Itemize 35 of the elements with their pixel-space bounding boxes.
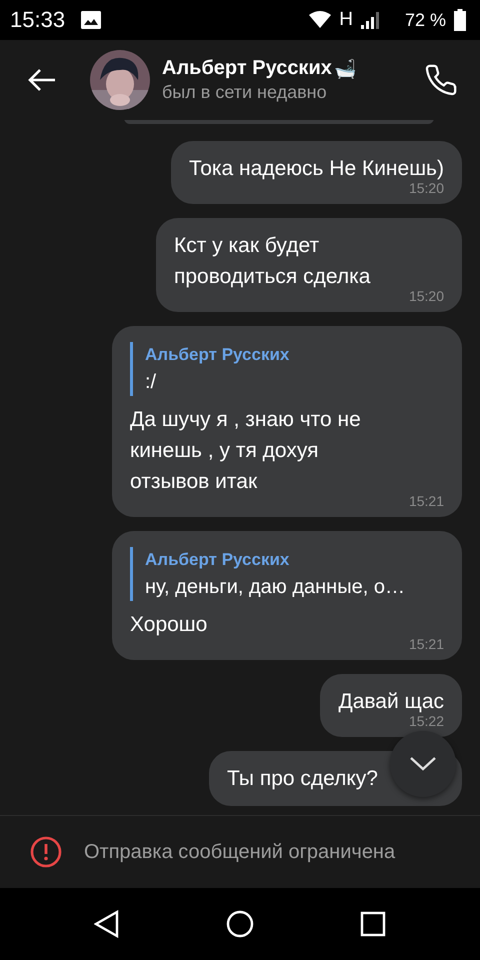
- reply-quote[interactable]: Альберт Русских :/: [130, 342, 444, 396]
- battery-level: 72 %: [404, 10, 446, 30]
- reply-text: ну, деньги, даю данные, о…: [145, 575, 406, 600]
- chevron-down-icon: [409, 756, 437, 772]
- message-time: 15:21: [408, 493, 444, 509]
- message-text: Ты про сделку?: [227, 766, 378, 792]
- phone-icon: [424, 63, 458, 97]
- circle-home-icon: [226, 910, 254, 938]
- contact-name: Альберт Русских: [162, 57, 332, 80]
- message-time: 15:21: [408, 636, 444, 652]
- message-text: Давай щас: [338, 689, 444, 715]
- back-arrow-icon: [27, 68, 57, 92]
- restriction-notice: Отправка сообщений ограничена: [84, 840, 396, 864]
- status-time: 15:33: [10, 7, 66, 33]
- message-time: 15:22: [408, 713, 444, 729]
- reply-text: :/: [145, 370, 158, 395]
- message-text: Кст у как будет проводиться сделка: [174, 233, 372, 290]
- message-text: Да шучу я , знаю что не кинешь , у тя дохуя отзывов итак: [130, 407, 362, 495]
- signal-icon: [360, 11, 381, 29]
- reply-quote[interactable]: Альберт Русских ну, деньги, даю данные, о…: [130, 547, 444, 601]
- message-text: Тока надеюсь Не Кинешь): [189, 156, 444, 182]
- image-icon: [81, 11, 102, 29]
- message-time: 15:20: [408, 180, 444, 196]
- reply-author: Альберт Русских: [145, 549, 290, 571]
- message-time: 15:20: [408, 288, 444, 304]
- reply-author: Альберт Русских: [145, 344, 290, 366]
- square-recents-icon: [360, 911, 386, 937]
- network-type: H: [339, 9, 353, 31]
- battery-icon: [454, 9, 466, 31]
- bathtub-emoji: 🛁: [334, 58, 356, 80]
- warning-icon: [30, 836, 62, 868]
- message-text: Хорошо: [130, 612, 208, 638]
- last-seen-status: был в сети недавно: [162, 82, 328, 103]
- triangle-back-icon: [94, 910, 120, 938]
- wifi-icon: [309, 11, 332, 29]
